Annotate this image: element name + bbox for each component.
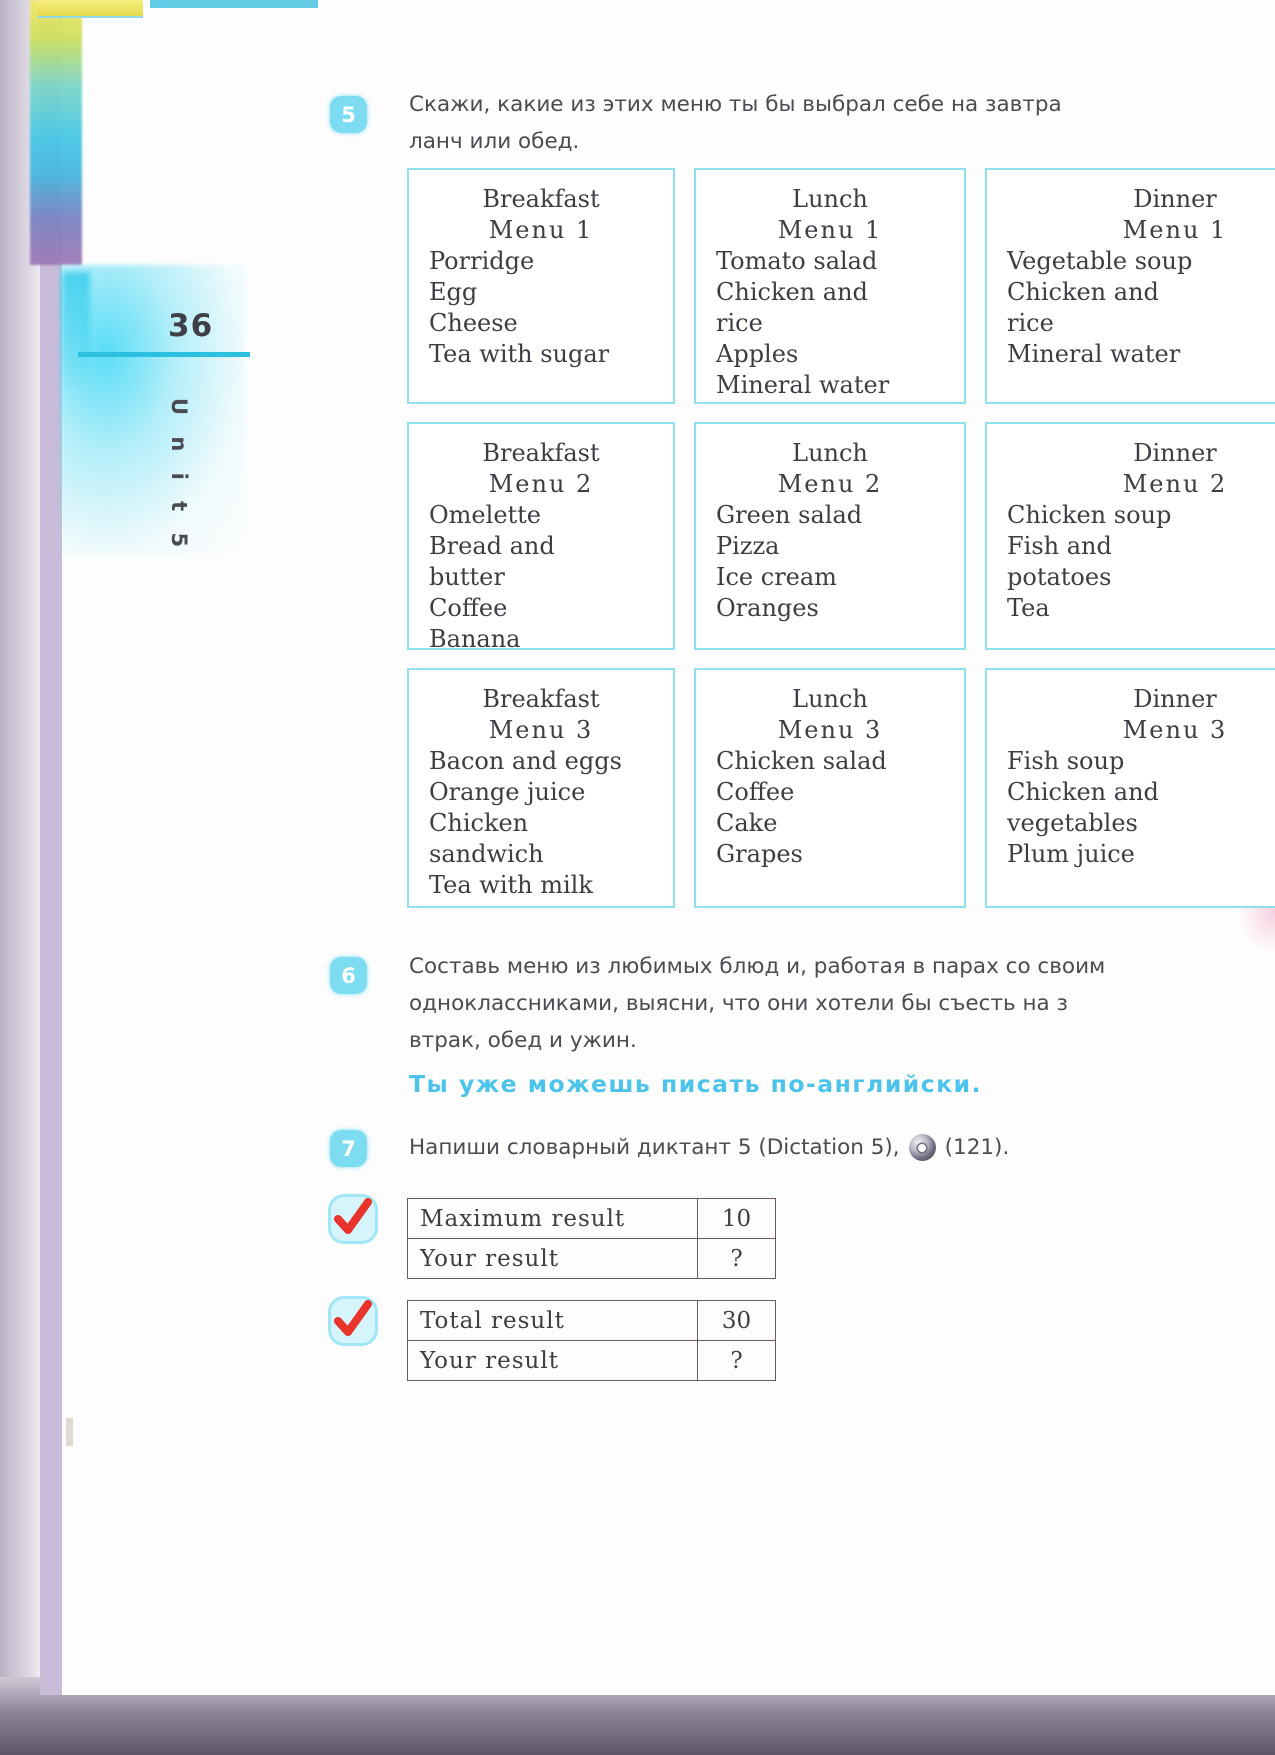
- menu-subtitle: Menu 3: [1122, 716, 1228, 744]
- menu-subtitle: Menu 1: [488, 216, 594, 244]
- menu-card: Lunch Menu 2 Green salad Pizza Ice cream…: [694, 422, 966, 650]
- menu-title: Breakfast: [482, 185, 600, 213]
- menu-subtitle: Menu 2: [1122, 470, 1228, 498]
- menu-card: Dinner Menu 1 Vegetable soup Chicken and…: [985, 168, 1275, 404]
- menu-subtitle: Menu 1: [1122, 216, 1228, 244]
- scan-speck: [66, 1418, 73, 1446]
- menu-items: Green salad Pizza Ice cream Oranges: [716, 501, 863, 622]
- scan-blue-tab: [150, 0, 318, 8]
- unit-label: U n i t: [167, 398, 191, 519]
- check-icon: [334, 1300, 372, 1336]
- menu-items: Vegetable soup Chicken and rice Mineral …: [1007, 247, 1193, 368]
- menu-items: Fish soup Chicken and vegetables Plum ju…: [1007, 747, 1159, 868]
- checkmark-badge: [331, 1299, 375, 1343]
- menu-items: Chicken soup Fish and potatoes Tea: [1007, 501, 1172, 622]
- table-row: Your result ?: [407, 1340, 776, 1381]
- scanned-page: 5 Скажи, какие из этих меню ты бы выбрал…: [0, 0, 1275, 1755]
- table-row: Total result 30: [407, 1300, 776, 1341]
- exercise-6-instruction: Составь меню из любимых блюд и, работая …: [409, 954, 1106, 1053]
- menu-card: Breakfast Menu 1 Porridge Egg Cheese Tea…: [407, 168, 675, 404]
- scan-yellow-tab: [38, 0, 143, 18]
- exercise-7-instruction: Напиши словарный диктант 5 (Dictation 5)…: [409, 1134, 1009, 1161]
- exercise-7-badge: 7: [330, 1130, 367, 1167]
- page-surface: 5 Скажи, какие из этих меню ты бы выбрал…: [62, 0, 1275, 1695]
- menu-title: Lunch: [792, 685, 868, 713]
- exercise-5-badge: 5: [330, 96, 367, 133]
- cd-icon: [908, 1134, 936, 1161]
- menu-items: Tomato salad Chicken and rice Apples Min…: [716, 247, 890, 399]
- menu-subtitle: Menu 3: [488, 716, 594, 744]
- menu-subtitle: Menu 2: [488, 470, 594, 498]
- menu-items: Porridge Egg Cheese Tea with sugar: [429, 247, 610, 368]
- menu-card: Dinner Menu 2 Chicken soup Fish and pota…: [985, 422, 1275, 650]
- exercise-7-track-number: (121).: [944, 1135, 1010, 1160]
- menu-title: Breakfast: [482, 685, 600, 713]
- menu-grid: Breakfast Menu 1 Porridge Egg Cheese Tea…: [407, 168, 1275, 908]
- result-value-input[interactable]: ?: [697, 1340, 776, 1381]
- menu-card: Breakfast Menu 3 Bacon and eggs Orange j…: [407, 668, 675, 908]
- scan-cyan-streak: [62, 272, 90, 392]
- unit-number: 5: [167, 532, 191, 548]
- table-row: Your result ?: [407, 1238, 776, 1279]
- result-value: 30: [697, 1300, 776, 1341]
- menu-title: Lunch: [792, 185, 868, 213]
- menu-title: Breakfast: [482, 439, 600, 467]
- menu-title: Dinner: [1133, 185, 1217, 213]
- result-value-input[interactable]: ?: [697, 1238, 776, 1279]
- unit-marker: U n i t 5: [161, 398, 191, 547]
- result-value: 10: [697, 1198, 776, 1239]
- menu-card: Dinner Menu 3 Fish soup Chicken and vege…: [985, 668, 1275, 908]
- menu-subtitle: Menu 3: [777, 716, 883, 744]
- menu-items: Omelette Bread and butter Coffee Banana: [429, 501, 555, 650]
- check-icon: [334, 1198, 372, 1234]
- section-heading: Ты уже можешь писать по-английски.: [409, 1070, 983, 1098]
- menu-title: Lunch: [792, 439, 868, 467]
- exercise-6-badge: 6: [330, 957, 367, 994]
- dictation-result-table: Maximum result 10 Your result ?: [407, 1198, 776, 1279]
- menu-card: Lunch Menu 1 Tomato salad Chicken and ri…: [694, 168, 966, 404]
- scan-color-calibration-strip: [30, 0, 82, 265]
- total-result-table: Total result 30 Your result ?: [407, 1300, 776, 1381]
- result-label: Your result: [407, 1238, 698, 1279]
- result-label: Maximum result: [407, 1198, 698, 1239]
- menu-title: Dinner: [1133, 685, 1217, 713]
- menu-subtitle: Menu 1: [777, 216, 883, 244]
- menu-card: Lunch Menu 3 Chicken salad Coffee Cake G…: [694, 668, 966, 908]
- menu-items: Bacon and eggs Orange juice Chicken sand…: [429, 747, 622, 899]
- table-row: Maximum result 10: [407, 1198, 776, 1239]
- menu-card: Breakfast Menu 2 Omelette Bread and butt…: [407, 422, 675, 650]
- exercise-7-text-before: Напиши словарный диктант 5 (Dictation 5)…: [409, 1135, 900, 1160]
- result-label: Your result: [407, 1340, 698, 1381]
- menu-items: Chicken salad Coffee Cake Grapes: [716, 747, 887, 868]
- checkmark-badge: [331, 1197, 375, 1241]
- result-label: Total result: [407, 1300, 698, 1341]
- menu-subtitle: Menu 2: [777, 470, 883, 498]
- menu-title: Dinner: [1133, 439, 1217, 467]
- page-number-rule: [78, 352, 250, 357]
- exercise-5-instruction: Скажи, какие из этих меню ты бы выбрал с…: [409, 92, 1062, 154]
- page-number: 36: [168, 308, 214, 344]
